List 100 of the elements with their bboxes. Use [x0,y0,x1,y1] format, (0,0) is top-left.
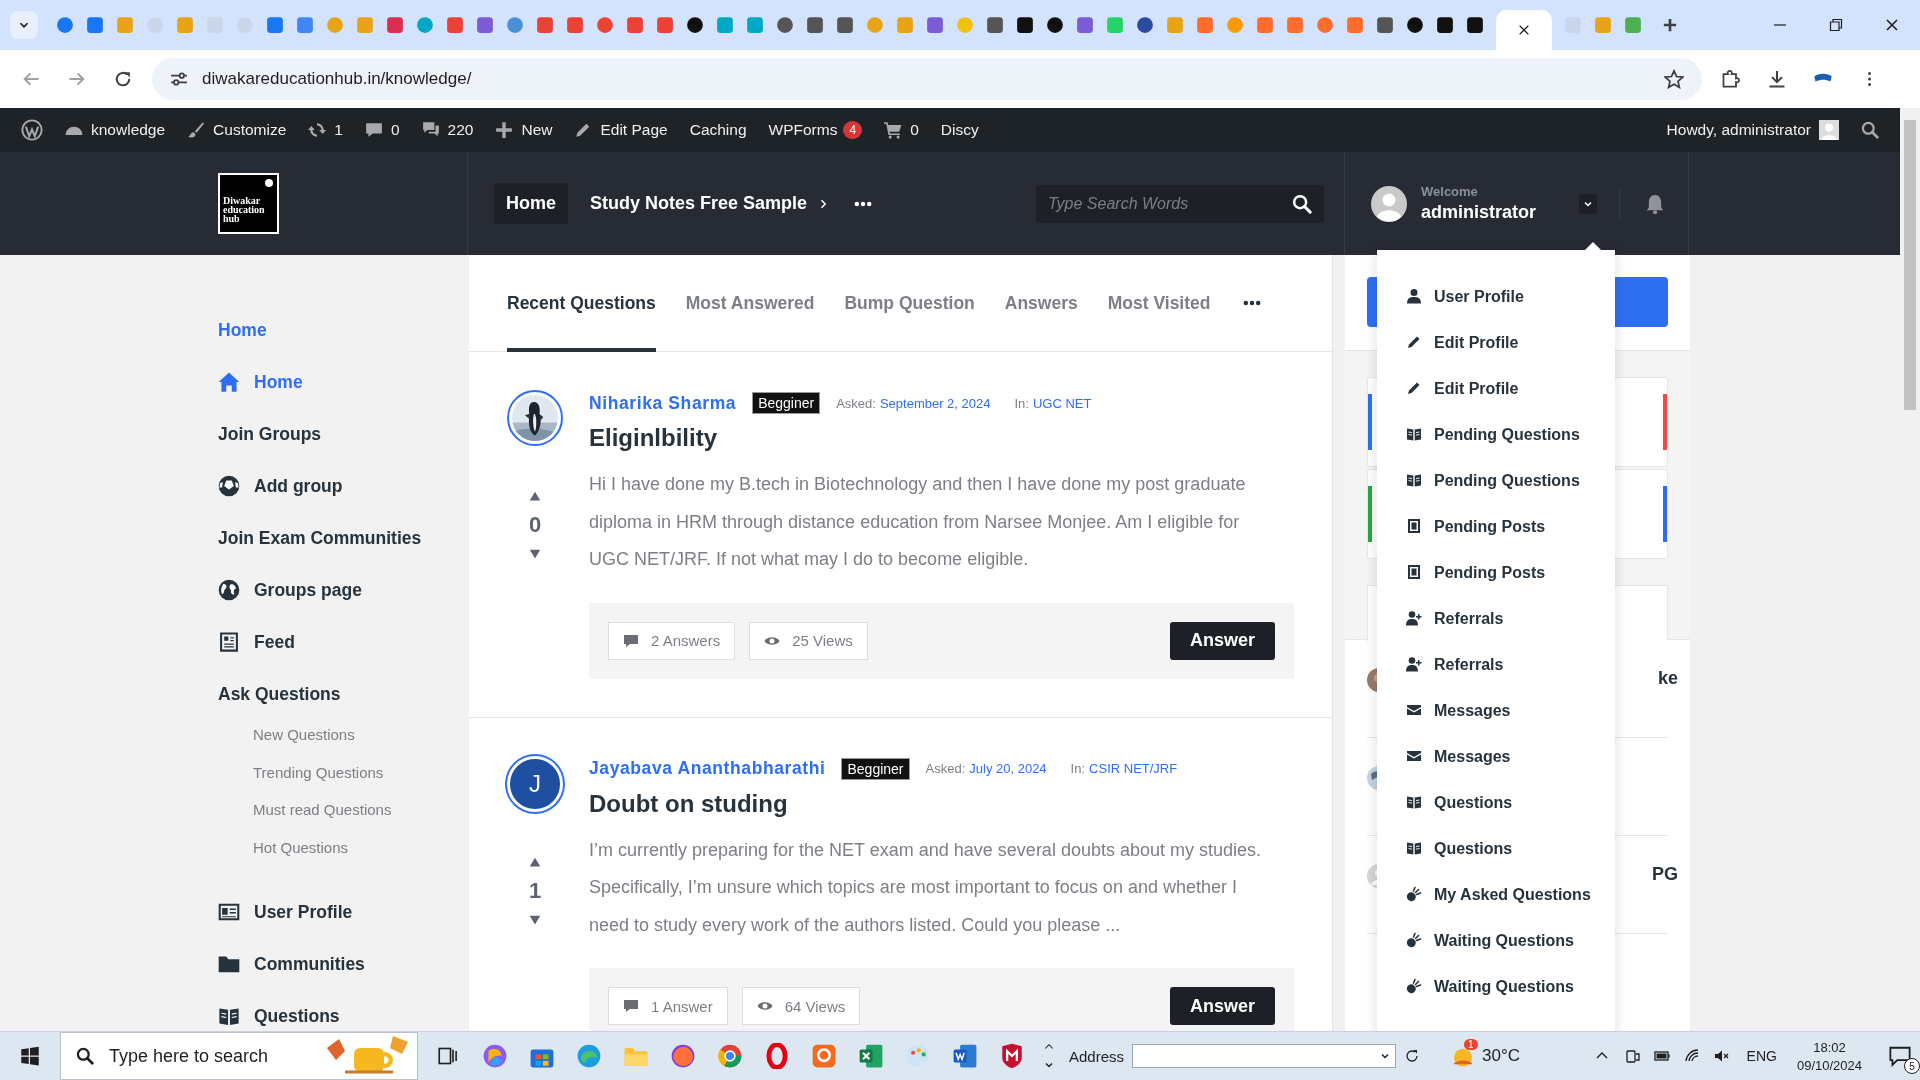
tab-favicon-icon[interactable] [1046,16,1064,34]
nav-link[interactable]: Study Notes Free Sample [578,183,842,224]
comment-icon [623,998,639,1014]
logo-text: Diwakar education hub [223,196,266,223]
admin-bar-item[interactable]: knowledge [54,108,177,152]
dots-icon [854,200,873,207]
tab-favicon-icon[interactable] [1436,16,1454,34]
admin-bar-item[interactable]: Customize [176,108,298,152]
clock-date[interactable]: 09/10/2024 [1796,1057,1862,1073]
menu-item[interactable]: Waiting Questions [1406,964,1595,1010]
admin-bar-item[interactable]: Discy [929,108,990,152]
sidebar-subitem[interactable]: Hot Questions [253,828,469,866]
tab-favicon-icon[interactable] [1136,16,1154,34]
author-link[interactable]: Jayabava Ananthabharathi [589,758,826,779]
menu-item[interactable]: Messages [1406,734,1595,780]
answer-button[interactable]: Answer [1169,987,1275,1025]
answer-button[interactable]: Answer [1169,621,1275,660]
category-label: In: [1014,395,1029,411]
admin-bar-item[interactable]: WPForms 4 [757,108,874,152]
question-tab[interactable]: Most Visited [1107,255,1211,352]
sidebar-item[interactable]: Join Groups [218,408,469,460]
author-link[interactable]: Niharika Sharma [589,392,737,414]
question-tab[interactable]: Recent Questions [507,255,656,352]
views-button[interactable]: 64 Views [741,987,861,1025]
speech-bubble-icon [1889,1045,1911,1067]
question-tab[interactable]: Most Answered [685,255,815,352]
sidebar-item[interactable]: User Profile [218,886,469,938]
sidebar-item[interactable]: Questions [218,990,469,1031]
views-button[interactable]: 25 Views [749,621,868,660]
admin-bar-item[interactable]: 1 [297,108,354,152]
menu-item[interactable]: Edit Profile [1406,320,1595,366]
sidebar-item[interactable]: Groups page [218,564,469,616]
tab-search-button[interactable] [10,11,38,39]
admin-bar-item[interactable]: 0 [353,108,411,152]
sidebar-item[interactable]: Home [218,356,469,408]
admin-bar-item[interactable]: 0 [873,108,930,152]
answers-link[interactable]: 1 Answer [608,987,728,1025]
notifications-button[interactable]: 5 [1880,1036,1920,1076]
document-icon [951,1043,978,1069]
wifi-icon [1683,1048,1700,1064]
sidebar-subitem[interactable]: Must read Questions [253,791,469,829]
date-link[interactable]: July 20, 2024 [969,761,1047,776]
tab-favicon-icon[interactable] [1466,16,1484,34]
admin-bar-item[interactable]: 220 [410,108,485,152]
menu-item[interactable]: User Profile [1406,274,1595,320]
taskbar-search-field[interactable]: Type here to search [60,1032,418,1080]
address-field[interactable] [1132,1044,1397,1068]
menu-item[interactable]: Questions [1406,826,1595,872]
sidebar-item[interactable]: Feed [218,616,469,668]
menu-item[interactable]: Pending Posts [1406,504,1595,550]
fox-icon [669,1043,696,1069]
palette-icon [904,1043,931,1069]
user-name: administrator [1421,202,1538,223]
question-title[interactable]: Eliginlbility [589,424,1294,452]
add-user-icon [1406,656,1422,672]
post-title[interactable]: PG [1652,864,1678,885]
windows-icon [20,1046,40,1066]
menu-item[interactable]: Waiting Questions [1406,918,1595,964]
answers-link[interactable]: 2 Answers [608,621,736,660]
clock-time[interactable]: 18:02 [1813,1039,1846,1055]
category-link[interactable]: UGC NET [1032,395,1092,411]
menu-item[interactable]: Questions [1406,780,1595,826]
avatar-icon [1819,120,1839,140]
book-icon [1406,472,1422,488]
user-icon [1406,288,1422,304]
browser-tab[interactable] [1496,10,1552,50]
post-title[interactable]: ke [1657,668,1678,689]
sidebar-item[interactable]: Join Exam Communities [218,512,469,564]
tab-favicon-icon[interactable] [1016,16,1034,34]
vote-count: 1 [528,877,542,904]
search-field[interactable]: Type Search Words [1036,184,1324,223]
address-bar[interactable]: diwakareducationhub.in/knowledge/ [152,58,1702,100]
tab-favicon-icon[interactable] [686,16,704,34]
sidebar-item[interactable]: Home [218,304,469,356]
scrollbar-thumb[interactable] [1904,120,1916,410]
sidebar-item[interactable]: Add group [218,460,469,512]
user-menu-toggle[interactable] [1579,193,1597,214]
tab-favicon-icon[interactable] [1406,16,1424,34]
category-link[interactable]: CSIR NET/JRF [1089,761,1178,776]
question-tab[interactable]: Answers [1004,255,1078,352]
nav-link[interactable]: Home [494,183,568,224]
menu-item[interactable]: Referrals [1406,596,1595,642]
question-title[interactable]: Doubt on studing [589,789,1294,818]
sidebar-item[interactable]: Communities [218,938,469,990]
question-tab[interactable]: Bump Question [844,255,975,352]
admin-bar-item[interactable]: New [484,108,564,152]
admin-bar-item[interactable]: Caching [678,108,758,152]
menu-item[interactable]: Messages [1406,688,1595,734]
admin-bar-item[interactable]: Edit Page [563,108,679,152]
site-logo[interactable]: Diwakar education hub [218,173,279,234]
sidebar-subitem[interactable]: Trending Questions [253,753,469,791]
menu-item[interactable]: Pending Questions [1406,412,1595,458]
menu-item[interactable]: Pending Questions [1406,458,1595,504]
menu-item[interactable]: Edit Profile [1406,366,1595,412]
account-menu[interactable]: Howdy, administrator [1655,108,1850,152]
menu-item[interactable]: Pending Posts [1406,550,1595,596]
language-indicator[interactable]: ENG [1746,1048,1777,1064]
date-link[interactable]: September 2, 2024 [879,395,991,411]
menu-item[interactable]: Referrals [1406,642,1595,688]
menu-item[interactable]: My Asked Questions [1406,872,1595,918]
